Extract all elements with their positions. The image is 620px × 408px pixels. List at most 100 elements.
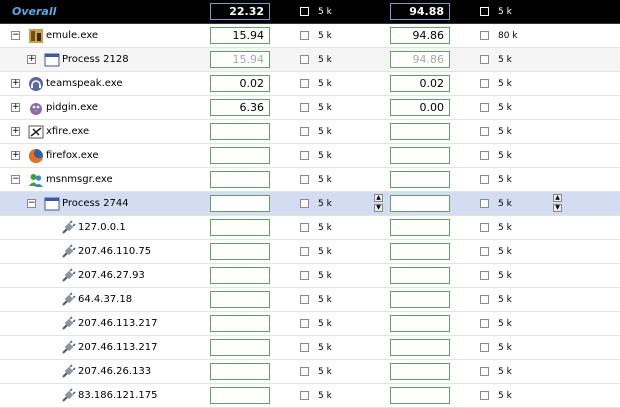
plug-icon bbox=[62, 220, 76, 234]
download-limit-checkbox[interactable] bbox=[300, 391, 309, 400]
upload-rate bbox=[390, 171, 450, 188]
upload-limit: 5 k bbox=[498, 79, 512, 89]
connection-row[interactable]: 127.0.0.1 5 k 5 k bbox=[0, 216, 620, 240]
download-limit-checkbox[interactable] bbox=[300, 79, 309, 88]
upload-limit-checkbox[interactable] bbox=[480, 271, 489, 280]
collapse-icon[interactable]: − bbox=[11, 31, 20, 40]
upload-limit-checkbox[interactable] bbox=[480, 175, 489, 184]
download-limit-checkbox[interactable] bbox=[300, 175, 309, 184]
spin-up-icon[interactable]: ▲ bbox=[553, 194, 562, 202]
upload-limit-checkbox[interactable] bbox=[480, 391, 489, 400]
upload-limit-checkbox[interactable] bbox=[480, 79, 489, 88]
connection-address: 207.46.110.75 bbox=[78, 246, 152, 257]
overall-row[interactable]: Overall 22.32 5 k 94.88 5 k bbox=[0, 0, 620, 24]
upload-rate: 0.00 bbox=[390, 99, 450, 116]
download-limit-checkbox[interactable] bbox=[300, 199, 309, 208]
overall-upload-limit-checkbox[interactable] bbox=[480, 7, 489, 16]
download-limit-checkbox[interactable] bbox=[300, 103, 309, 112]
download-limit-checkbox[interactable] bbox=[300, 319, 309, 328]
plug-icon bbox=[62, 292, 76, 306]
process-name: teamspeak.exe bbox=[46, 78, 123, 89]
connection-row[interactable]: 83.186.121.175 5 k 5 k bbox=[0, 384, 620, 408]
download-limit-checkbox[interactable] bbox=[300, 271, 309, 280]
process-row-teamspeak[interactable]: + teamspeak.exe 0.02 5 k 0.02 5 k bbox=[0, 72, 620, 96]
download-rate bbox=[210, 387, 270, 404]
connection-address: 127.0.0.1 bbox=[78, 222, 126, 233]
upload-limit-checkbox[interactable] bbox=[480, 295, 489, 304]
download-limit: 5 k bbox=[318, 127, 332, 137]
upload-limit-checkbox[interactable] bbox=[480, 31, 489, 40]
expand-icon[interactable]: + bbox=[11, 79, 20, 88]
process-name: emule.exe bbox=[46, 30, 99, 41]
download-limit-checkbox[interactable] bbox=[300, 127, 309, 136]
download-limit-checkbox[interactable] bbox=[300, 223, 309, 232]
expand-icon[interactable]: + bbox=[11, 151, 20, 160]
upload-limit-checkbox[interactable] bbox=[480, 199, 489, 208]
upload-limit: 5 k bbox=[498, 199, 512, 209]
download-limit-checkbox[interactable] bbox=[300, 151, 309, 160]
headset-icon bbox=[29, 77, 43, 91]
expand-icon[interactable]: + bbox=[27, 55, 36, 64]
connection-row[interactable]: 207.46.110.75 5 k 5 k bbox=[0, 240, 620, 264]
collapse-icon[interactable]: − bbox=[11, 175, 20, 184]
spin-down-icon[interactable]: ▼ bbox=[374, 204, 383, 212]
download-rate: 0.02 bbox=[210, 75, 270, 92]
upload-limit-checkbox[interactable] bbox=[480, 55, 489, 64]
download-rate bbox=[210, 291, 270, 308]
download-rate bbox=[210, 363, 270, 380]
upload-rate bbox=[390, 123, 450, 140]
upload-limit-checkbox[interactable] bbox=[480, 223, 489, 232]
download-limit: 5 k bbox=[318, 175, 332, 185]
upload-limit: 5 k bbox=[498, 367, 512, 377]
download-limit: 5 k bbox=[318, 31, 332, 41]
upload-limit: 5 k bbox=[498, 175, 512, 185]
upload-limit-checkbox[interactable] bbox=[480, 151, 489, 160]
download-limit: 5 k bbox=[318, 103, 332, 113]
process-row-2744[interactable]: − Process 2744 5 k ▲ ▼ 5 k ▲ ▼ bbox=[0, 192, 620, 216]
connection-row[interactable]: 207.46.113.217 5 k 5 k bbox=[0, 312, 620, 336]
process-row-msnmsgr[interactable]: − msnmsgr.exe 5 k 5 k bbox=[0, 168, 620, 192]
spin-up-icon[interactable]: ▲ bbox=[374, 194, 383, 202]
process-row-firefox[interactable]: + firefox.exe 5 k 5 k bbox=[0, 144, 620, 168]
connection-row[interactable]: 207.46.27.93 5 k 5 k bbox=[0, 264, 620, 288]
upload-limit-spinner[interactable]: ▲ ▼ bbox=[553, 194, 562, 213]
upload-rate bbox=[390, 147, 450, 164]
process-row-pidgin[interactable]: + pidgin.exe 6.36 5 k 0.00 5 k bbox=[0, 96, 620, 120]
collapse-icon[interactable]: − bbox=[27, 199, 36, 208]
upload-limit: 5 k bbox=[498, 295, 512, 305]
upload-limit-checkbox[interactable] bbox=[480, 127, 489, 136]
window-icon bbox=[44, 197, 60, 211]
connection-row[interactable]: 207.46.26.133 5 k 5 k bbox=[0, 360, 620, 384]
upload-limit-checkbox[interactable] bbox=[480, 319, 489, 328]
connection-row[interactable]: 207.46.113.217 5 k 5 k bbox=[0, 336, 620, 360]
download-limit-checkbox[interactable] bbox=[300, 343, 309, 352]
process-row-xfire[interactable]: + xfire.exe 5 k 5 k bbox=[0, 120, 620, 144]
spin-down-icon[interactable]: ▼ bbox=[553, 204, 562, 212]
connection-address: 207.46.26.133 bbox=[78, 366, 152, 377]
emule-icon bbox=[29, 29, 43, 43]
download-limit-checkbox[interactable] bbox=[300, 247, 309, 256]
traffic-tree-grid: Overall 22.32 5 k 94.88 5 k − emule.exe … bbox=[0, 0, 620, 408]
download-limit: 5 k bbox=[318, 271, 332, 281]
expand-icon[interactable]: + bbox=[11, 103, 20, 112]
download-limit-checkbox[interactable] bbox=[300, 31, 309, 40]
download-limit: 5 k bbox=[318, 223, 332, 233]
connection-row[interactable]: 64.4.37.18 5 k 5 k bbox=[0, 288, 620, 312]
download-limit-checkbox[interactable] bbox=[300, 295, 309, 304]
download-rate bbox=[210, 315, 270, 332]
upload-limit-checkbox[interactable] bbox=[480, 367, 489, 376]
upload-limit-checkbox[interactable] bbox=[480, 247, 489, 256]
upload-limit-checkbox[interactable] bbox=[480, 343, 489, 352]
download-limit: 5 k bbox=[318, 199, 332, 209]
upload-limit-checkbox[interactable] bbox=[480, 103, 489, 112]
download-limit-spinner[interactable]: ▲ ▼ bbox=[374, 194, 383, 213]
process-row-emule[interactable]: − emule.exe 15.94 5 k 94.86 80 k bbox=[0, 24, 620, 48]
download-limit-checkbox[interactable] bbox=[300, 367, 309, 376]
overall-download-limit-checkbox[interactable] bbox=[300, 7, 309, 16]
pidgin-icon bbox=[30, 103, 42, 115]
upload-limit: 5 k bbox=[498, 103, 512, 113]
plug-icon bbox=[62, 388, 76, 402]
download-limit-checkbox[interactable] bbox=[300, 55, 309, 64]
process-row-2128[interactable]: + Process 2128 15.94 5 k 94.86 5 k bbox=[0, 48, 620, 72]
expand-icon[interactable]: + bbox=[11, 127, 20, 136]
